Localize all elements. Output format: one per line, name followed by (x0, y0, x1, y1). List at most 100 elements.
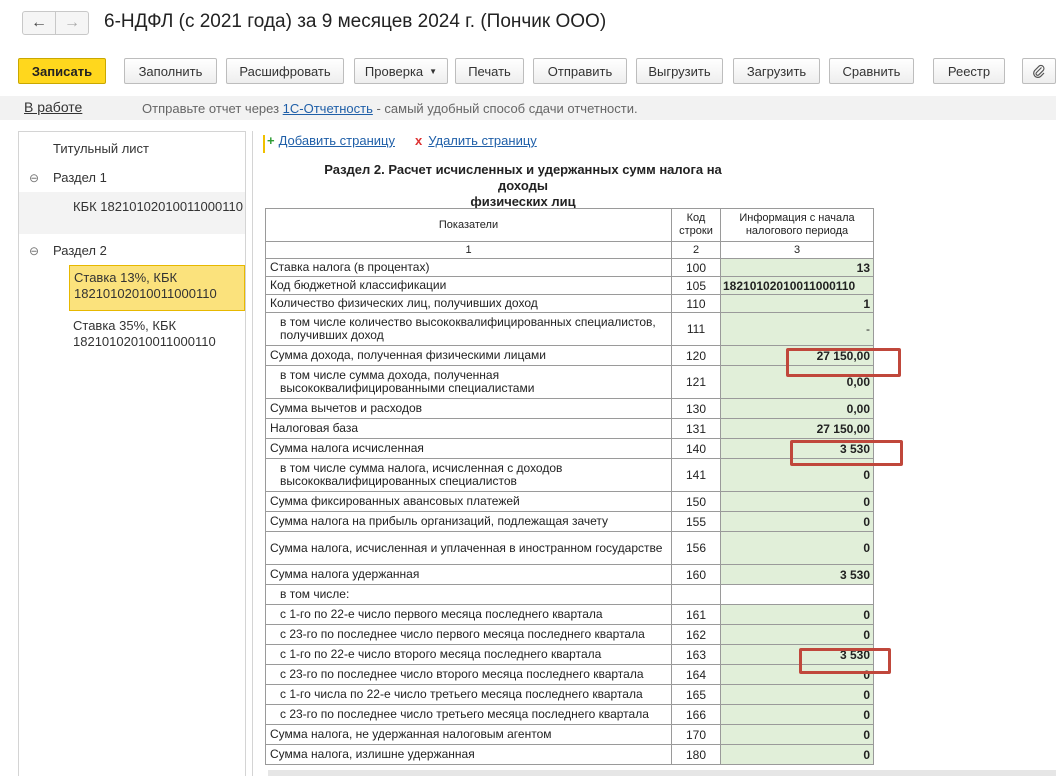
1c-reporting-link[interactable]: 1С-Отчетность (283, 101, 373, 116)
row-code: 155 (671, 511, 721, 532)
row-code: 180 (671, 744, 721, 765)
row-value-cell[interactable]: 0 (720, 704, 874, 725)
tree-item-section-2[interactable]: ⊖ Раздел 2 (29, 243, 107, 258)
row-code: 120 (671, 345, 721, 366)
paperclip-icon (1033, 64, 1045, 78)
row-indicator-name: Сумма налога исчисленная (265, 438, 672, 459)
arrow-right-icon: → (64, 14, 80, 31)
header-code-line2: строки (679, 225, 713, 237)
import-button[interactable]: Загрузить (733, 58, 820, 84)
table-row: в том числе сумма налога, исчисленная с … (265, 458, 874, 492)
status-bar: В работе Отправьте отчет через 1С-Отчетн… (0, 96, 1056, 120)
add-page-link[interactable]: + Добавить страницу (267, 133, 395, 148)
row-code: 110 (671, 294, 721, 313)
row-value-cell[interactable]: 0 (720, 511, 874, 532)
row-code: 156 (671, 531, 721, 565)
row-indicator-name: с 1-го числа по 22-е число третьего меся… (265, 684, 672, 705)
horizontal-scrollbar[interactable] (268, 770, 1056, 776)
tree-item-rate-35[interactable]: Ставка 35%, КБК 18210102010011000110 (73, 318, 216, 350)
add-page-label: Добавить страницу (278, 133, 395, 148)
tree-item-rate-13-line1: Ставка 13%, КБК (74, 270, 178, 285)
print-button[interactable]: Печать (455, 58, 524, 84)
window-title: 6-НДФЛ (с 2021 года) за 9 месяцев 2024 г… (104, 11, 607, 32)
tree-item-rate-13[interactable]: Ставка 13%, КБК 18210102010011000110 (69, 265, 245, 311)
row-code: 170 (671, 724, 721, 745)
delete-page-label: Удалить страницу (428, 133, 537, 148)
plus-icon: + (267, 133, 275, 148)
table-row: Ставка налога (в процентах) 100 13 (265, 258, 874, 277)
forward-button[interactable]: → (55, 11, 89, 35)
table-row: Сумма дохода, полученная физическими лиц… (265, 345, 874, 366)
row-value-cell[interactable]: 13 (720, 258, 874, 277)
table-row: в том числе сумма дохода, полученная выс… (265, 365, 874, 399)
attach-button[interactable] (1022, 58, 1056, 84)
arrow-left-icon: ← (31, 14, 47, 31)
table-row: с 23-го по последнее число второго месяц… (265, 664, 874, 685)
toolbar: Записать Заполнить Расшифровать Проверка… (0, 58, 1056, 84)
header-code: Код строки (671, 208, 721, 242)
table-row: Налоговая база 131 27 150,00 (265, 418, 874, 439)
row-indicator-name: в том числе сумма налога, исчисленная с … (265, 458, 672, 492)
fill-button[interactable]: Заполнить (124, 58, 217, 84)
row-value-cell[interactable]: 27 150,00 (720, 418, 874, 439)
row-value-cell[interactable]: 0 (720, 624, 874, 645)
row-indicator-name: Сумма налога, излишне удержанная (265, 744, 672, 765)
check-dropdown-button[interactable]: Проверка ▼ (354, 58, 448, 84)
row-indicator-name: в том числе сумма дохода, полученная выс… (265, 365, 672, 399)
row-indicator-name: с 1-го по 22-е число второго месяца посл… (265, 644, 672, 665)
row-code: 150 (671, 491, 721, 512)
status-message-tail: - самый удобный способ сдачи отчетности. (372, 101, 638, 116)
row-value-cell[interactable]: - (720, 312, 874, 346)
row-indicator-name: в том числе количество высококвалифициро… (265, 312, 672, 346)
row-value-cell[interactable]: 0 (720, 491, 874, 512)
table-row: Сумма фиксированных авансовых платежей 15… (265, 491, 874, 512)
back-button[interactable]: ← (22, 11, 56, 35)
table-row: в том числе: (265, 584, 874, 605)
status-message: Отправьте отчет через 1С-Отчетность - са… (142, 101, 638, 116)
report-state-link[interactable]: В работе (24, 99, 82, 115)
send-button[interactable]: Отправить (533, 58, 627, 84)
row-code: 121 (671, 365, 721, 399)
highlight-box (799, 648, 891, 674)
row-code: 161 (671, 604, 721, 625)
tree-item-section-2-label: Раздел 2 (53, 243, 107, 258)
compare-button[interactable]: Сравнить (829, 58, 914, 84)
table-row: в том числе количество высококвалифициро… (265, 312, 874, 346)
sections-tree: Титульный лист ⊖ Раздел 1 КБК 18210102010… (18, 131, 246, 776)
tree-item-section-1[interactable]: ⊖ Раздел 1 (29, 170, 107, 185)
table-row: Код бюджетной классификации 105 1821010201… (265, 276, 874, 295)
row-indicator-name: Сумма налога на прибыль организаций, под… (265, 511, 672, 532)
row-value-cell[interactable]: 0 (720, 744, 874, 765)
tree-item-rate-13-line2: 18210102010011000110 (74, 286, 217, 301)
table-row: Сумма налога, излишне удержанная 180 0 (265, 744, 874, 765)
save-button[interactable]: Записать (18, 58, 106, 84)
table-row: Сумма налога исчисленная 140 3 530 (265, 438, 874, 459)
collapse-icon[interactable]: ⊖ (29, 171, 43, 185)
row-value-cell[interactable]: 0 (720, 684, 874, 705)
registry-button[interactable]: Реестр (933, 58, 1005, 84)
row-value-cell[interactable]: 0 (720, 724, 874, 745)
collapse-icon[interactable]: ⊖ (29, 244, 43, 258)
row-value-cell[interactable]: 18210102010011000110 (720, 276, 874, 295)
tree-item-title-page[interactable]: Титульный лист (53, 141, 149, 156)
tree-item-section-1-kbk[interactable]: КБК 18210102010011000110 (73, 199, 243, 214)
row-indicator-name: с 23-го по последнее число первого месяц… (265, 624, 672, 645)
row-value-cell (720, 584, 874, 605)
row-value-cell[interactable]: 1 (720, 294, 874, 313)
row-value-cell[interactable]: 0 (720, 604, 874, 625)
header-value-line2: налогового периода (745, 225, 849, 237)
row-code: 130 (671, 398, 721, 419)
report-content: + Добавить страницу x Удалить страницу Раз… (252, 131, 1056, 776)
row-indicator-name: с 23-го по последнее число второго месяц… (265, 664, 672, 685)
row-code: 164 (671, 664, 721, 685)
decode-button[interactable]: Расшифровать (226, 58, 344, 84)
table-row: с 1-го по 22-е число первого месяца посл… (265, 604, 874, 625)
row-value-cell[interactable]: 0,00 (720, 398, 874, 419)
row-value-cell[interactable]: 0 (720, 531, 874, 565)
row-value-cell[interactable]: 3 530 (720, 564, 874, 585)
delete-page-link[interactable]: x Удалить страницу (415, 133, 537, 148)
row-code (671, 584, 721, 605)
row-indicator-name: Сумма налога, исчисленная и уплаченная в… (265, 531, 672, 565)
export-button[interactable]: Выгрузить (636, 58, 723, 84)
table-row: Сумма вычетов и расходов 130 0,00 (265, 398, 874, 419)
